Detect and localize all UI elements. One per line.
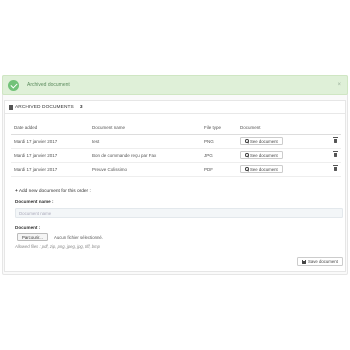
panel-header: ARCHIVED DOCUMENTS 3 bbox=[5, 101, 345, 114]
plus-icon: + bbox=[15, 189, 18, 194]
see-document-button[interactable]: See document bbox=[240, 151, 283, 159]
see-document-label: See document bbox=[250, 152, 278, 158]
col-actions bbox=[325, 121, 341, 135]
row-type: PNG bbox=[201, 134, 237, 149]
documents-table: Date added Document name File type Docum… bbox=[11, 121, 341, 177]
see-document-button[interactable]: See document bbox=[240, 165, 283, 173]
save-document-label: Save document bbox=[308, 259, 338, 264]
document-name-label: Document name : bbox=[15, 199, 54, 204]
col-document: Document bbox=[237, 121, 325, 135]
row-type: PDF bbox=[201, 162, 237, 177]
document-file-label: Document : bbox=[15, 225, 41, 230]
table-row: Mardi 17 janvier 2017 Preuve Colissimo P… bbox=[11, 162, 341, 177]
row-type: JPG bbox=[201, 148, 237, 163]
row-date: Mardi 17 janvier 2017 bbox=[11, 148, 89, 163]
row-date: Mardi 17 janvier 2017 bbox=[11, 134, 89, 149]
search-icon bbox=[245, 167, 249, 171]
table-header-row: Date added Document name File type Docum… bbox=[11, 121, 341, 135]
trash-icon[interactable] bbox=[332, 165, 338, 171]
trash-icon[interactable] bbox=[332, 151, 338, 157]
row-date: Mardi 17 janvier 2017 bbox=[11, 162, 89, 177]
file-icon bbox=[9, 104, 13, 110]
alert-message: Archived document bbox=[27, 82, 70, 88]
no-file-text: Aucun fichier sélectionné. bbox=[54, 234, 103, 240]
document-name-input[interactable]: Document name bbox=[15, 208, 343, 218]
row-name: Preuve Colissimo bbox=[89, 162, 201, 177]
close-icon[interactable]: × bbox=[337, 82, 341, 88]
success-alert: Archived document × bbox=[2, 75, 348, 95]
panel-title: ARCHIVED DOCUMENTS bbox=[15, 104, 74, 110]
see-document-button[interactable]: See document bbox=[240, 137, 283, 145]
search-icon bbox=[245, 139, 249, 143]
add-document-title: Add new document for this order : bbox=[18, 189, 91, 194]
browse-button[interactable]: Parcourir... bbox=[17, 233, 48, 241]
check-circle-icon bbox=[8, 79, 19, 91]
col-document-name: Document name bbox=[89, 121, 201, 135]
trash-icon[interactable] bbox=[332, 137, 338, 143]
col-date-added: Date added bbox=[11, 121, 89, 135]
row-name: Bon de commande reçu par Fax bbox=[89, 148, 201, 163]
document-count: 3 bbox=[79, 104, 83, 110]
save-document-button[interactable]: Save document bbox=[297, 257, 343, 266]
search-icon bbox=[245, 153, 249, 157]
see-document-label: See document bbox=[250, 166, 278, 172]
see-document-label: See document bbox=[250, 138, 278, 144]
table-row: Mardi 17 janvier 2017 Bon de commande re… bbox=[11, 148, 341, 163]
add-document-heading: +Add new document for this order : bbox=[15, 189, 91, 194]
row-name: test bbox=[89, 134, 201, 149]
col-file-type: File type bbox=[201, 121, 237, 135]
allowed-files-hint: Allowed files : pdf, zip, png, jpeg, jpg… bbox=[15, 244, 100, 249]
table-row: Mardi 17 janvier 2017 test PNG See docum… bbox=[11, 134, 341, 149]
document-name-placeholder: Document name bbox=[19, 210, 52, 216]
save-icon bbox=[302, 259, 306, 264]
archived-documents-panel: ARCHIVED DOCUMENTS 3 Date added Document… bbox=[4, 100, 346, 272]
